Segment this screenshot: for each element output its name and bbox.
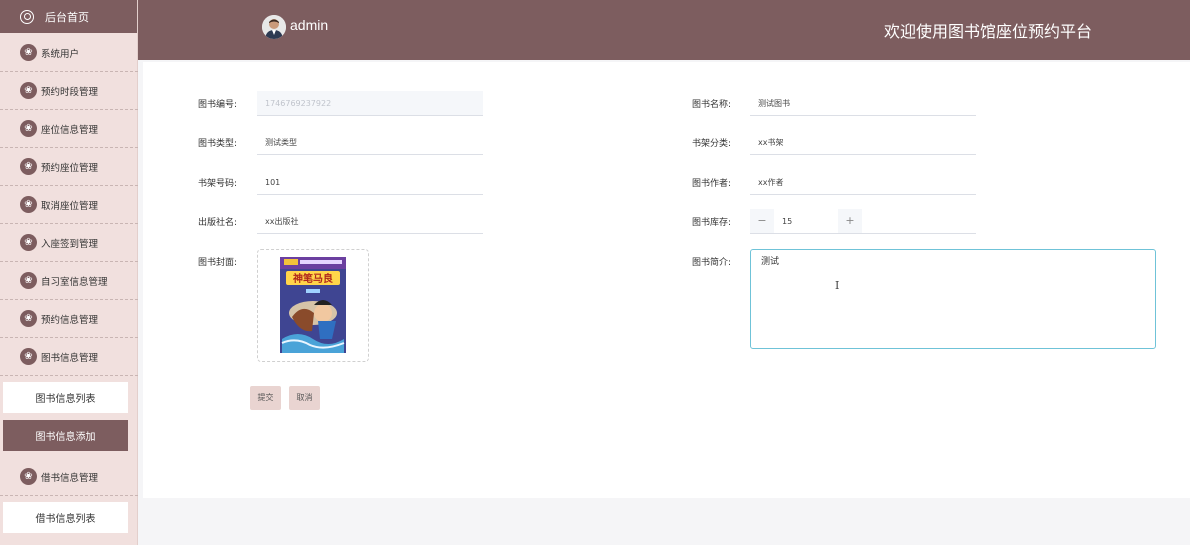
menu-icon: ❀ <box>20 158 37 175</box>
menu-icon: ❀ <box>20 468 37 485</box>
sidebar-item-label: 系统用户 <box>41 48 80 60</box>
home-icon <box>20 9 34 24</box>
cancel-button[interactable]: 取消 <box>289 386 320 410</box>
book-cover-image: 神笔马良 <box>280 257 346 353</box>
submit-button[interactable]: 提交 <box>250 386 281 410</box>
sidebar-sub-borrow-list[interactable]: 借书信息列表 <box>3 502 128 533</box>
menu-icon: ❀ <box>20 44 37 61</box>
stock-stepper[interactable]: − 15 + <box>750 209 976 234</box>
sidebar-home-label: 后台首页 <box>45 10 89 24</box>
sidebar-item-cancel-seat[interactable]: ❀ 取消座位管理 <box>0 186 138 224</box>
sidebar-home[interactable]: 后台首页 <box>0 0 137 33</box>
book-type-label: 图书类型: <box>198 139 238 149</box>
book-no-label: 图书编号: <box>198 100 238 110</box>
cover-label: 图书封面: <box>198 258 238 268</box>
sidebar-item-label: 预约信息管理 <box>41 314 99 326</box>
shelf-no-input[interactable]: 101 <box>257 170 483 195</box>
sidebar-item-label: 入座签到管理 <box>41 238 99 250</box>
sidebar-item-seat-info[interactable]: ❀ 座位信息管理 <box>0 110 138 148</box>
sidebar-item-reservation-info[interactable]: ❀ 预约信息管理 <box>0 300 138 338</box>
sidebar: 后台首页 ❀ 系统用户 ❀ 预约时段管理 ❀ 座位信息管理 ❀ 预约座位管理 ❀… <box>0 0 138 545</box>
sidebar-item-label: 图书信息管理 <box>41 352 99 364</box>
sidebar-sub-book-add[interactable]: 图书信息添加 <box>3 420 128 451</box>
sidebar-item-label: 预约时段管理 <box>41 86 99 98</box>
sidebar-item-reservation-slots[interactable]: ❀ 预约时段管理 <box>0 72 138 110</box>
sidebar-item-label: 借书信息管理 <box>41 472 99 484</box>
book-no-input[interactable]: 1746769237922 <box>257 91 483 116</box>
intro-textarea[interactable]: 测试 <box>750 249 1156 349</box>
menu-icon: ❀ <box>20 196 37 213</box>
book-name-input[interactable]: 测试图书 <box>750 91 976 116</box>
sidebar-item-checkin[interactable]: ❀ 入座签到管理 <box>0 224 138 262</box>
sidebar-item-book-info[interactable]: ❀ 图书信息管理 <box>0 338 138 376</box>
cover-upload[interactable]: 神笔马良 <box>257 249 369 362</box>
increment-button[interactable]: + <box>838 209 862 233</box>
sidebar-item-borrow-info[interactable]: ❀ 借书信息管理 <box>0 458 138 496</box>
menu-icon: ❀ <box>20 82 37 99</box>
sidebar-sub-book-list[interactable]: 图书信息列表 <box>3 382 128 413</box>
sidebar-item-label: 取消座位管理 <box>41 200 99 212</box>
author-input[interactable]: xx作者 <box>750 170 976 195</box>
publisher-input[interactable]: xx出版社 <box>257 209 483 234</box>
sidebar-item-system-users[interactable]: ❀ 系统用户 <box>0 34 138 72</box>
stock-value[interactable]: 15 <box>782 209 792 234</box>
text-cursor-icon: I <box>835 279 840 292</box>
menu-icon: ❀ <box>20 234 37 251</box>
cover-title: 神笔马良 <box>293 272 333 285</box>
menu-icon: ❀ <box>20 120 37 137</box>
shelf-category-input[interactable]: xx书架 <box>750 130 976 155</box>
menu-icon: ❀ <box>20 348 37 365</box>
decrement-button[interactable]: − <box>750 209 774 233</box>
shelf-no-label: 书架号码: <box>198 179 238 189</box>
avatar[interactable] <box>262 15 286 39</box>
book-type-input[interactable]: 测试类型 <box>257 130 483 155</box>
intro-label: 图书简介: <box>692 258 732 268</box>
top-header: admin 欢迎使用图书馆座位预约平台 <box>138 0 1190 60</box>
menu-icon: ❀ <box>20 310 37 327</box>
sidebar-item-label: 预约座位管理 <box>41 162 99 174</box>
book-add-form: 图书编号: 1746769237922 图书名称: 测试图书 图书类型: 测试类… <box>143 62 1190 498</box>
book-name-label: 图书名称: <box>692 100 732 110</box>
sidebar-item-seat-reservation[interactable]: ❀ 预约座位管理 <box>0 148 138 186</box>
sidebar-item-study-room[interactable]: ❀ 自习室信息管理 <box>0 262 138 300</box>
author-label: 图书作者: <box>692 179 732 189</box>
stock-label: 图书库存: <box>692 218 732 228</box>
page-title: 欢迎使用图书馆座位预约平台 <box>883 22 1092 41</box>
username[interactable]: admin <box>290 17 328 33</box>
menu-icon: ❀ <box>20 272 37 289</box>
shelf-category-label: 书架分类: <box>692 139 732 149</box>
sidebar-item-label: 座位信息管理 <box>41 124 99 136</box>
publisher-label: 出版社名: <box>198 218 238 228</box>
sidebar-item-label: 自习室信息管理 <box>41 276 108 288</box>
